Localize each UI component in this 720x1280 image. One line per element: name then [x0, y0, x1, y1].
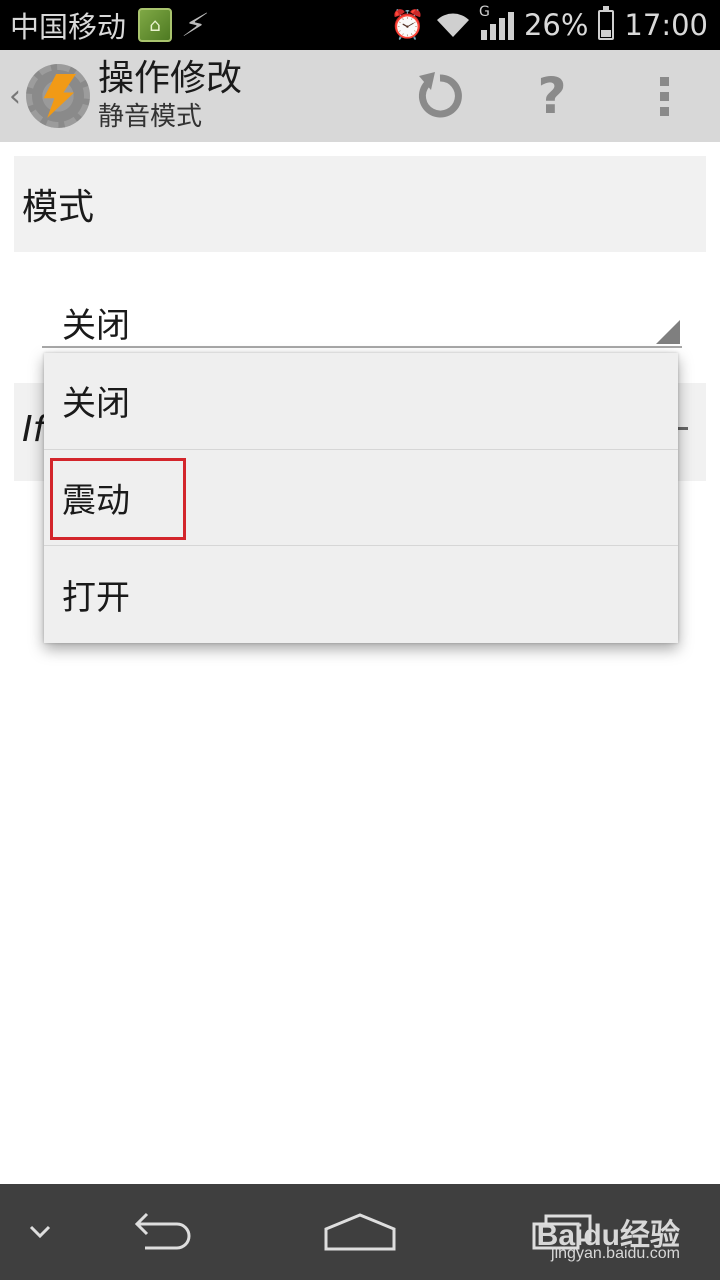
mode-dropdown-list: 关闭 震动 打开 [44, 353, 678, 643]
dropdown-option-off[interactable]: 关闭 [44, 353, 678, 450]
dropdown-option-on[interactable]: 打开 [44, 546, 678, 643]
help-button[interactable]: ? [496, 50, 608, 142]
page-subtitle: 静音模式 [98, 101, 203, 132]
action-bar: ‹ 操作修改 静音模式 ? [0, 50, 720, 142]
mode-spinner[interactable]: 关闭 [42, 290, 682, 348]
option-label: 关闭 [62, 384, 130, 425]
refresh-button[interactable] [384, 50, 496, 142]
hide-keyboard-chevron-icon [29, 1225, 51, 1239]
action-bar-titles: 操作修改 静音模式 [98, 59, 242, 133]
alarm-icon: ⏰ [390, 8, 425, 41]
back-button[interactable] [120, 1184, 200, 1280]
battery-icon [598, 6, 615, 40]
home-icon [324, 1213, 396, 1251]
section-header-mode: 模式 [14, 156, 706, 252]
status-right: ⏰ G 26% 17:00 [390, 4, 720, 42]
hide-keyboard-button[interactable] [10, 1184, 70, 1280]
battery-percent: 26% [523, 8, 589, 42]
overflow-menu-button[interactable] [608, 50, 720, 142]
action-bar-actions: ? [384, 50, 720, 142]
notification-app-icon: ⌂ [138, 8, 173, 42]
status-bar: 中国移动 ⌂ ⚡ ⏰ G 26% 17:00 [0, 0, 720, 50]
spinner-arrow-icon [656, 320, 680, 344]
carrier-name: 中国移动 [10, 10, 127, 44]
status-left: 中国移动 ⌂ ⚡ [0, 4, 212, 46]
option-label: 打开 [62, 577, 130, 618]
app-logo-icon[interactable] [26, 64, 90, 128]
highlight-box [50, 457, 186, 540]
baidu-watermark-url: jingyan.baidu.com [551, 1245, 680, 1262]
back-icon [134, 1212, 191, 1250]
signal-icon: G [479, 4, 514, 40]
refresh-icon [418, 72, 462, 118]
lightning-icon: ⚡ [178, 6, 212, 44]
if-label: If [22, 409, 46, 450]
network-type-label: G [478, 4, 490, 20]
home-button[interactable] [320, 1184, 400, 1280]
help-icon: ? [537, 67, 567, 125]
overflow-menu-icon [659, 76, 669, 116]
clock: 17:00 [624, 8, 708, 42]
up-navigation-icon[interactable]: ‹ [4, 79, 26, 114]
battery-level-fill [601, 30, 612, 37]
spinner-selected-value: 关闭 [62, 306, 130, 346]
section-header-label: 模式 [22, 187, 95, 228]
page-title: 操作修改 [98, 57, 243, 99]
wifi-icon [436, 13, 469, 37]
dropdown-option-vibrate[interactable]: 震动 [44, 450, 678, 547]
